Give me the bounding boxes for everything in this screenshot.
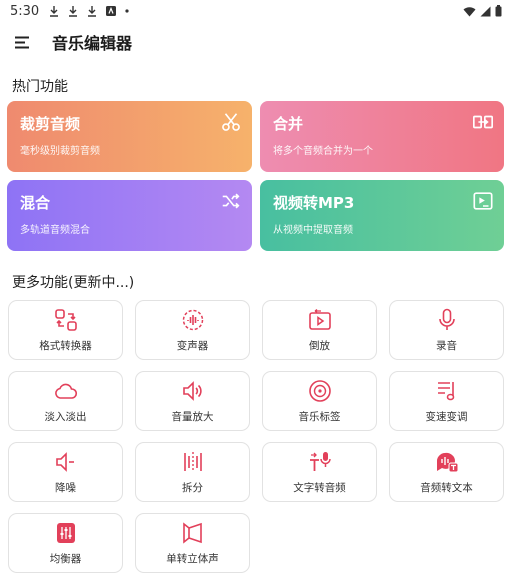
video-extract-icon	[473, 192, 493, 210]
tool-label: 淡入淡出	[44, 410, 87, 423]
tool-label: 均衡器	[49, 552, 82, 565]
download-icon	[50, 6, 59, 17]
app-bar: 音乐编辑器	[0, 22, 512, 62]
video-to-mp3-card[interactable]: 视频转MP3 从视频中提取音频	[260, 180, 504, 251]
speed-pitch-icon	[437, 381, 454, 400]
noise-reduce-icon	[55, 451, 74, 472]
music-tag-icon	[308, 379, 331, 402]
volume-up-icon	[182, 380, 202, 401]
tool-label: 格式转换器	[39, 339, 92, 352]
tool-label: 音乐标签	[298, 410, 341, 423]
dot-icon	[125, 9, 129, 13]
card-subtitle: 将多个音频合并为一个	[273, 146, 373, 157]
trim-audio-card[interactable]: 裁剪音频 毫秒级别裁剪音频	[7, 101, 252, 172]
voice-changer-tile[interactable]: 变声器	[135, 300, 250, 360]
menu-icon	[15, 36, 29, 48]
status-system-icons	[463, 5, 502, 17]
tool-label: 倒放	[309, 339, 330, 352]
app-notification-icon	[106, 6, 117, 16]
card-title: 混合	[20, 194, 51, 212]
equalizer-icon	[56, 522, 75, 543]
scissors-icon	[222, 113, 240, 131]
tool-label: 拆分	[182, 481, 203, 494]
signal-icon	[480, 6, 491, 16]
split-icon	[183, 451, 202, 472]
tool-label: 单转立体声	[166, 552, 219, 565]
menu-button[interactable]	[0, 22, 44, 62]
format-convert-icon	[54, 308, 77, 331]
record-tile[interactable]: 录音	[389, 300, 504, 360]
fade-tile[interactable]: 淡入淡出	[8, 371, 123, 431]
wifi-icon	[463, 6, 476, 16]
split-tile[interactable]: 拆分	[135, 442, 250, 502]
card-title: 视频转MP3	[273, 194, 355, 212]
noise-reduction-tile[interactable]: 降噪	[8, 442, 123, 502]
music-tag-tile[interactable]: 音乐标签	[262, 371, 377, 431]
mono-to-stereo-tile[interactable]: 单转立体声	[135, 513, 250, 573]
tool-label: 降噪	[55, 481, 76, 494]
card-subtitle: 多轨道音频混合	[20, 225, 90, 236]
shuffle-icon	[222, 193, 240, 209]
reverse-tile[interactable]: 倒放	[262, 300, 377, 360]
status-notification-icons	[49, 5, 129, 17]
download-icon	[69, 6, 78, 17]
text-to-speech-icon	[309, 451, 331, 471]
text-to-audio-tile[interactable]: 文字转音频	[262, 442, 377, 502]
volume-boost-tile[interactable]: 音量放大	[135, 371, 250, 431]
tool-label: 录音	[436, 339, 457, 352]
tool-label: 变声器	[176, 339, 209, 352]
more-section-title: 更多功能(更新中...)	[12, 275, 135, 291]
audio-to-text-tile[interactable]: 音频转文本	[389, 442, 504, 502]
hot-section-title: 热门功能	[12, 79, 68, 95]
merge-card[interactable]: 合并 将多个音频合并为一个	[260, 101, 504, 172]
mono-to-stereo-icon	[182, 521, 202, 544]
tool-grid: 格式转换器 变声器 倒放 录音 淡入淡出 音量放大 音乐标签 变速变调 降噪 拆…	[8, 300, 504, 573]
reverse-play-icon	[308, 308, 331, 330]
speech-to-text-icon	[436, 452, 458, 472]
card-title: 合并	[273, 115, 304, 133]
equalizer-tile[interactable]: 均衡器	[8, 513, 123, 573]
microphone-icon	[438, 308, 455, 330]
format-converter-tile[interactable]: 格式转换器	[8, 300, 123, 360]
card-subtitle: 从视频中提取音频	[273, 225, 353, 236]
status-time: 5:30	[10, 3, 40, 19]
tool-label: 音频转文本	[420, 481, 473, 494]
tool-label: 变速变调	[425, 410, 468, 423]
card-subtitle: 毫秒级别裁剪音频	[20, 146, 100, 157]
mix-card[interactable]: 混合 多轨道音频混合	[7, 180, 252, 251]
battery-icon	[495, 5, 502, 17]
tool-label: 音量放大	[171, 410, 214, 423]
status-bar: 5:30	[0, 0, 512, 22]
card-title: 裁剪音频	[20, 115, 81, 133]
merge-icon	[473, 115, 493, 129]
speed-pitch-tile[interactable]: 变速变调	[389, 371, 504, 431]
app-title: 音乐编辑器	[52, 34, 133, 53]
tool-label: 文字转音频	[293, 481, 346, 494]
cloud-fade-icon	[54, 383, 77, 399]
download-icon	[88, 6, 97, 17]
voice-changer-icon	[182, 309, 203, 330]
